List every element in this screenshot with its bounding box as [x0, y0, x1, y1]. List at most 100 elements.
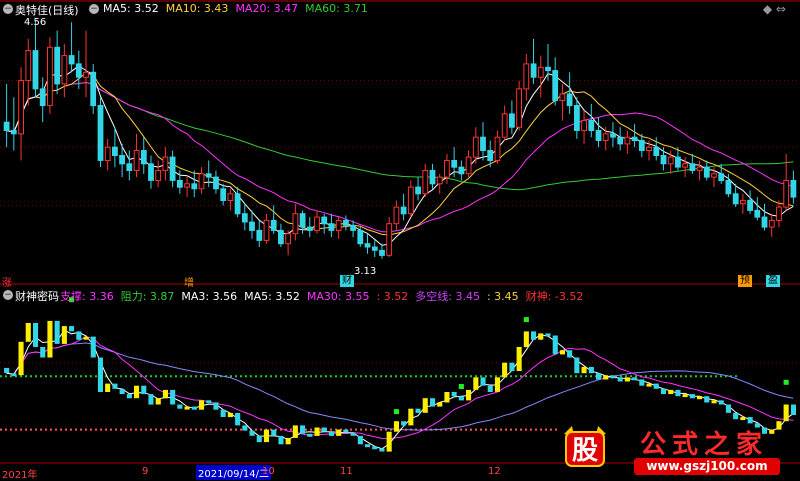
candle-body-66 [480, 136, 486, 151]
corner-icons[interactable]: ◆ ⇔ [763, 2, 786, 16]
low-price-label: 3.13 [354, 266, 377, 277]
indicator-bar-77 [559, 350, 565, 355]
indicator-bar-24 [177, 404, 183, 409]
kline-chart[interactable] [0, 0, 800, 478]
ma10-line [6, 72, 794, 236]
candle-body-84 [610, 133, 616, 138]
watermark-url: www.gszj100.com [634, 458, 780, 475]
indicator-bar-74 [538, 333, 544, 340]
indicator-bar-80 [581, 366, 587, 374]
candle-body-105 [761, 216, 768, 228]
ma-legend-item-3: MA60: 3.71 [305, 2, 368, 15]
marker-zeng[interactable]: 增 [184, 274, 194, 289]
candle-body-26 [191, 183, 198, 190]
indicator-bar-27 [199, 400, 205, 410]
marker-cai[interactable]: 财 [340, 275, 354, 287]
candle-body-45 [328, 223, 335, 231]
indicator-bar-34 [249, 430, 255, 436]
marker-ying[interactable]: 盈 [766, 275, 780, 287]
candle-body-35 [256, 229, 263, 241]
lower-pane-menu-icon[interactable]: − [3, 290, 13, 300]
indicator-bar-76 [552, 335, 558, 355]
indicator-legend-item-4: MA30: 3.55 [306, 290, 370, 303]
indicator-bar-35 [256, 435, 262, 443]
date-label-nov: 11 [340, 466, 353, 477]
indicator-bar-56 [408, 408, 414, 426]
indicator-bar-30 [220, 409, 226, 417]
marker-zhang[interactable]: 涨 [2, 274, 12, 289]
indicator-bar-8 [61, 326, 67, 344]
candle-body-9 [68, 55, 75, 65]
candle-body-91 [660, 155, 667, 165]
candle-body-43 [314, 216, 320, 231]
candle-body-109 [790, 180, 797, 198]
candle-body-31 [227, 193, 234, 202]
candle-body-62 [451, 160, 458, 168]
candle-body-99 [718, 173, 725, 182]
candle-body-93 [675, 156, 681, 168]
indicator-bar-25 [184, 406, 190, 410]
candle-body-61 [444, 160, 450, 178]
indicator-bar-29 [213, 402, 219, 410]
indicator-bar-49 [357, 435, 363, 445]
candle-body-73 [530, 63, 537, 78]
candle-body-49 [357, 229, 364, 245]
ma-legend-item-0: MA5: 3.52 [103, 2, 159, 15]
candle-body-57 [415, 186, 422, 195]
indicator-bar-69 [502, 362, 508, 378]
candle-body-64 [465, 156, 472, 175]
indicator-bar-68 [494, 377, 500, 392]
indicator-legend-item-6: 多空线: 3.45 [415, 290, 480, 303]
indicator-bar-97 [704, 396, 710, 403]
indicator-bar-84 [610, 375, 616, 379]
candle-body-2 [18, 80, 25, 135]
candle-body-11 [83, 71, 89, 78]
candle-body-55 [400, 206, 407, 215]
indicator-bar-102 [740, 417, 746, 421]
candle-body-10 [75, 63, 82, 78]
candle-body-25 [184, 183, 190, 188]
candle-body-22 [162, 156, 169, 171]
candle-body-46 [335, 219, 342, 231]
indicator-bar-52 [379, 448, 385, 452]
candle-body-29 [213, 176, 219, 190]
candle-body-103 [747, 199, 754, 211]
candle-body-19 [140, 150, 147, 165]
indicator-bar-47 [343, 429, 349, 433]
candle-body-86 [624, 136, 631, 145]
candle-body-95 [689, 163, 696, 172]
indicator-bar-40 [292, 425, 298, 438]
indicator-bar-63 [458, 396, 464, 401]
candle-body-96 [696, 166, 703, 171]
candle-body-34 [249, 221, 255, 231]
indicator-bar-51 [372, 446, 378, 450]
indicator-legend-item-0: 支撑: 3.36 [60, 290, 114, 303]
candle-body-85 [617, 136, 624, 145]
indicator-bar-3 [25, 323, 31, 342]
candle-body-78 [566, 93, 573, 107]
indicator-bar-73 [531, 331, 537, 340]
marker-yu[interactable]: 预 [738, 275, 752, 287]
candle-body-101 [732, 193, 739, 205]
indicator-bar-31 [227, 412, 233, 418]
candle-body-63 [458, 166, 465, 175]
candle-body-15 [112, 146, 118, 156]
pane-menu-icon[interactable]: − [3, 4, 13, 14]
candle-body-89 [646, 146, 652, 151]
indicator-bar-94 [682, 394, 688, 398]
candle-body-87 [631, 136, 638, 141]
indicator-menu-icon[interactable]: − [89, 4, 99, 14]
indicator-bar-50 [365, 444, 371, 448]
candle-body-48 [350, 224, 357, 231]
indicator-bar-4 [33, 323, 39, 347]
candle-body-72 [523, 63, 530, 90]
candle-body-38 [278, 229, 284, 245]
indicator-bar-18 [134, 385, 140, 399]
candle-body-24 [177, 180, 183, 188]
candle-body-60 [436, 176, 443, 185]
indicator-bar-62 [451, 392, 457, 397]
candle-body-75 [545, 66, 551, 72]
indicator-legend-item-5: : 3.52 [376, 290, 409, 303]
indicator-bar-87 [632, 377, 638, 381]
indicator-bar-13 [97, 357, 103, 392]
